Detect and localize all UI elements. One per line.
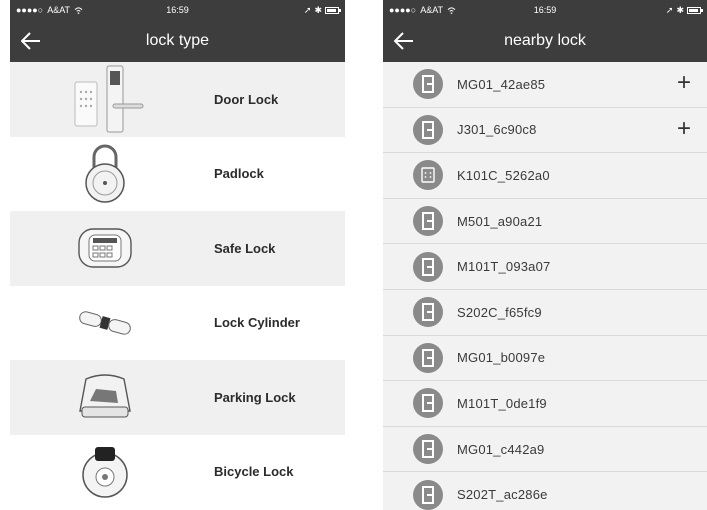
safe-lock-icon	[10, 225, 200, 271]
lock-name: S202T_ac286e	[457, 487, 548, 503]
nearby-lock-item[interactable]: M101T_093a07	[383, 244, 707, 290]
lock-type-screen: ●●●●○ A&AT 16:59 ➚ ✱ lock type Door Lock…	[10, 0, 345, 510]
lock-cylinder-icon	[10, 305, 200, 341]
lock-name: J301_6c90c8	[457, 122, 537, 138]
battery-icon	[325, 6, 341, 14]
lock-type-item-lock-cylinder[interactable]: Lock Cylinder	[10, 286, 345, 361]
door-lock-icon	[413, 342, 443, 373]
status-right: ➚ ✱	[665, 4, 703, 16]
back-arrow-icon[interactable]	[18, 28, 44, 54]
status-time: 16:59	[533, 5, 557, 15]
nearby-lock-item[interactable]: M501_a90a21	[383, 199, 707, 245]
status-bar: ●●●●○ A&AT 16:59 ➚ ✱	[383, 0, 707, 20]
bluetooth-icon: ✱	[314, 4, 322, 15]
add-lock-button[interactable]: +	[671, 116, 697, 143]
lock-name: M101T_0de1f9	[457, 395, 547, 411]
nearby-lock-screen: ●●●●○ A&AT 16:59 ➚ ✱ nearby lock MG01_42…	[383, 0, 707, 510]
lock-name: MG01_c442a9	[457, 441, 545, 457]
lock-type-label: Padlock	[214, 166, 264, 182]
lock-type-label: Door Lock	[214, 91, 279, 107]
navbar: lock type	[10, 20, 345, 62]
battery-icon	[687, 6, 703, 14]
nearby-lock-item[interactable]: MG01_b0097e	[383, 336, 707, 382]
lock-type-item-parking-lock[interactable]: Parking Lock	[10, 360, 345, 435]
keypad-lock-icon	[413, 160, 443, 191]
nearby-lock-item[interactable]: S202C_f65fc9	[383, 290, 707, 336]
lock-type-item-door-lock[interactable]: Door Lock	[10, 62, 345, 137]
status-right: ➚ ✱	[303, 4, 341, 16]
door-lock-icon	[413, 297, 443, 328]
lock-type-item-bicycle-lock[interactable]: Bicycle Lock	[10, 435, 345, 510]
lock-name: M101T_093a07	[457, 259, 551, 275]
lock-name: K101C_5262a0	[457, 167, 550, 183]
door-lock-icon	[413, 206, 443, 237]
lock-type-label: Parking Lock	[214, 389, 296, 405]
location-icon: ➚	[665, 4, 674, 15]
lock-name: MG01_b0097e	[457, 350, 546, 366]
navbar: nearby lock	[383, 20, 707, 62]
nearby-lock-list: MG01_42ae85 + J301_6c90c8 + K101C_5262a0 M501…	[383, 62, 707, 510]
bicycle-lock-icon	[10, 441, 200, 503]
nearby-lock-item[interactable]: K101C_5262a0	[383, 153, 707, 199]
lock-type-label: Lock Cylinder	[214, 315, 300, 331]
door-lock-icon	[413, 69, 443, 100]
door-lock-icon	[413, 388, 443, 419]
back-arrow-icon[interactable]	[391, 28, 417, 54]
door-lock-icon	[413, 434, 443, 465]
nearby-lock-item[interactable]: J301_6c90c8 +	[383, 108, 707, 154]
door-lock-icon	[413, 114, 443, 145]
page-title: lock type	[145, 32, 210, 49]
lock-name: S202C_f65fc9	[457, 304, 542, 320]
status-time: 16:59	[166, 5, 189, 15]
door-lock-icon	[413, 479, 443, 510]
door-lock-icon	[10, 64, 200, 134]
lock-type-item-safe-lock[interactable]: Safe Lock	[10, 211, 345, 286]
parking-lock-icon	[10, 371, 200, 423]
bluetooth-icon: ✱	[676, 4, 684, 15]
add-lock-button[interactable]: +	[671, 71, 697, 97]
door-lock-icon	[413, 251, 443, 282]
nearby-lock-item[interactable]: M101T_0de1f9	[383, 381, 707, 427]
status-bar: ●●●●○ A&AT 16:59 ➚ ✱	[10, 0, 345, 20]
nearby-lock-item[interactable]: S202T_ac286e	[383, 472, 707, 510]
lock-type-list: Door Lock Padlock Safe Lock Lock Cylinde…	[10, 62, 345, 509]
lock-type-label: Safe Lock	[214, 240, 276, 256]
nearby-lock-item[interactable]: MG01_c442a9	[383, 427, 707, 473]
padlock-icon	[10, 143, 200, 205]
lock-type-label: Bicycle Lock	[214, 464, 294, 480]
lock-name: M501_a90a21	[457, 213, 543, 229]
page-title: nearby lock	[504, 32, 586, 49]
lock-name: MG01_42ae85	[457, 76, 546, 92]
location-icon: ➚	[303, 4, 312, 15]
lock-type-item-padlock[interactable]: Padlock	[10, 137, 345, 212]
nearby-lock-item[interactable]: MG01_42ae85 +	[383, 62, 707, 108]
